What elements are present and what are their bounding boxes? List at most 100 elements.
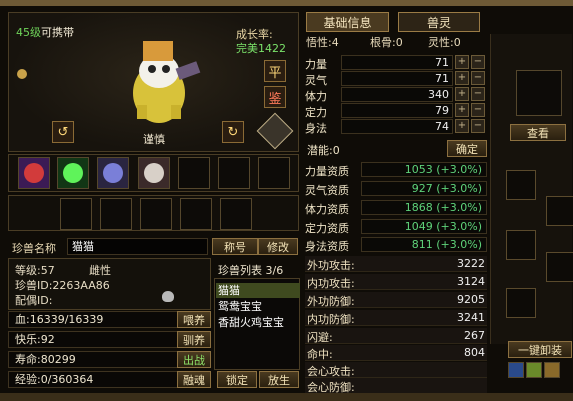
combat-row: 会心防御: <box>305 378 487 394</box>
aptitude-label: 体力资质 <box>305 203 349 216</box>
jian-button[interactable]: 鉴 <box>264 86 286 108</box>
skill-slot-4[interactable] <box>138 157 170 189</box>
view-button[interactable]: 查看 <box>510 124 566 141</box>
ping-button[interactable]: 平 <box>264 60 286 82</box>
attr-label: 体力 <box>305 90 327 103</box>
combat-value: 3124 <box>457 275 485 288</box>
minus-icon[interactable]: − <box>471 103 485 117</box>
combat-value: 3222 <box>457 257 485 270</box>
aptitude-row: 力量资质 1053 (+3.0%) <box>305 162 487 178</box>
temper-label: 谨慎 <box>143 133 165 146</box>
aptitude-value: 927 (+3.0%) <box>361 181 487 196</box>
aptitude-label: 灵气资质 <box>305 184 349 197</box>
equip-slot-4[interactable] <box>180 198 212 230</box>
attr-label: 灵气 <box>305 74 327 87</box>
equip-slot[interactable] <box>506 230 536 260</box>
attr-strength-row: 力量 71 + − <box>305 55 487 71</box>
attr-agility-row: 身法 74 + − <box>305 119 487 135</box>
minus-icon[interactable]: − <box>471 71 485 85</box>
buff-icon-1[interactable] <box>508 362 524 378</box>
combat-label: 内功防御: <box>307 313 355 326</box>
exp-bar: 经验:0/360364 <box>8 371 180 388</box>
attr-value: 74 <box>341 119 453 134</box>
title-button[interactable]: 称号 <box>212 238 258 255</box>
equip-slot[interactable] <box>506 170 536 200</box>
plus-icon[interactable]: + <box>455 71 469 85</box>
equip-slot-5[interactable] <box>220 198 252 230</box>
skill-slot-7[interactable] <box>258 157 290 189</box>
rotate-right-icon[interactable]: ↻ <box>222 121 244 143</box>
aptitude-row: 身法资质 811 (+3.0%) <box>305 237 487 253</box>
pet-list-item[interactable]: 猫猫 <box>216 283 300 298</box>
combat-label: 内功攻击: <box>307 277 355 290</box>
minus-icon[interactable]: − <box>471 119 485 133</box>
attr-value: 79 <box>341 103 453 118</box>
equip-slot[interactable] <box>546 252 573 282</box>
buff-icon-2[interactable] <box>526 362 542 378</box>
buff-icon-3[interactable] <box>544 362 560 378</box>
minus-icon[interactable]: − <box>471 87 485 101</box>
battle-button[interactable]: 出战 <box>177 351 211 368</box>
confirm-button[interactable]: 确定 <box>447 140 487 157</box>
plus-icon[interactable]: + <box>455 55 469 69</box>
release-button[interactable]: 放生 <box>259 371 299 388</box>
attr-value: 340 <box>341 87 453 102</box>
attr-label: 定力 <box>305 106 327 119</box>
aptitude-value: 1049 (+3.0%) <box>361 219 487 234</box>
gold-icon <box>17 69 27 79</box>
pet-gender: 雌性 <box>89 264 111 277</box>
plus-icon[interactable]: + <box>455 119 469 133</box>
attr-stamina-row: 体力 340 + − <box>305 87 487 103</box>
combat-label: 闪避: <box>307 331 333 344</box>
unequip-all-button[interactable]: 一键卸装 <box>508 341 572 358</box>
aptitude-value: 1053 (+3.0%) <box>361 162 487 177</box>
aptitude-row: 定力资质 1049 (+3.0%) <box>305 219 487 235</box>
combat-row: 外功防御: 9205 <box>305 292 487 308</box>
window-top-strip <box>0 0 573 6</box>
heart-icon <box>162 291 174 302</box>
pet-portrait-slot <box>516 70 562 116</box>
equip-slot-2[interactable] <box>100 198 132 230</box>
pet-level: 等级:57 <box>15 264 55 277</box>
aptitude-label: 定力资质 <box>305 222 349 235</box>
minus-icon[interactable]: − <box>471 55 485 69</box>
aptitude-label: 力量资质 <box>305 165 349 178</box>
rename-button[interactable]: 修改 <box>258 238 298 255</box>
hp-bar: 血:16339/16339 <box>8 311 180 328</box>
pet-list-item[interactable]: 鸳鸯宝宝 <box>216 299 300 314</box>
combat-row: 会心攻击: <box>305 362 487 378</box>
plus-icon[interactable]: + <box>455 87 469 101</box>
rotate-left-icon[interactable]: ↺ <box>52 121 74 143</box>
tab-basic-info[interactable]: 基础信息 <box>306 12 389 32</box>
equip-slot-3[interactable] <box>140 198 172 230</box>
pet-list-item[interactable]: 香甜火鸡宝宝 <box>216 315 300 330</box>
pet-name-field[interactable]: 猫猫 <box>67 238 208 255</box>
fuse-soul-button[interactable]: 融魂 <box>177 371 211 388</box>
mate-id: 配偶ID: <box>15 294 53 307</box>
skill-slot-6[interactable] <box>218 157 250 189</box>
pet-level-label: 45级 <box>16 26 41 39</box>
tab-pet-spirit[interactable]: 兽灵 <box>398 12 480 32</box>
combat-row: 外功攻击: 3222 <box>305 256 487 272</box>
lock-button[interactable]: 锁定 <box>217 371 257 388</box>
attr-spirit-row: 灵气 71 + − <box>305 71 487 87</box>
attr-label: 力量 <box>305 58 327 71</box>
tame-button[interactable]: 驯养 <box>177 331 211 348</box>
plus-icon[interactable]: + <box>455 103 469 117</box>
skill-slot-2[interactable] <box>57 157 89 189</box>
potential-value: 潜能:0 <box>307 144 340 157</box>
feed-button[interactable]: 喂养 <box>177 311 211 328</box>
lifespan-bar: 寿命:80299 <box>8 351 180 368</box>
combat-value: 267 <box>464 329 485 342</box>
equip-slot-1[interactable] <box>60 198 92 230</box>
equip-slot[interactable] <box>546 196 573 226</box>
skill-slot-5[interactable] <box>178 157 210 189</box>
combat-label: 外功防御: <box>307 295 355 308</box>
skill-slot-1[interactable] <box>18 157 50 189</box>
combat-label: 会心攻击: <box>307 365 355 378</box>
equip-slot[interactable] <box>506 288 536 318</box>
combat-value: 3241 <box>457 311 485 324</box>
combat-value: 9205 <box>457 293 485 306</box>
skill-slot-3[interactable] <box>97 157 129 189</box>
spirituality-value: 灵性:0 <box>428 36 461 49</box>
